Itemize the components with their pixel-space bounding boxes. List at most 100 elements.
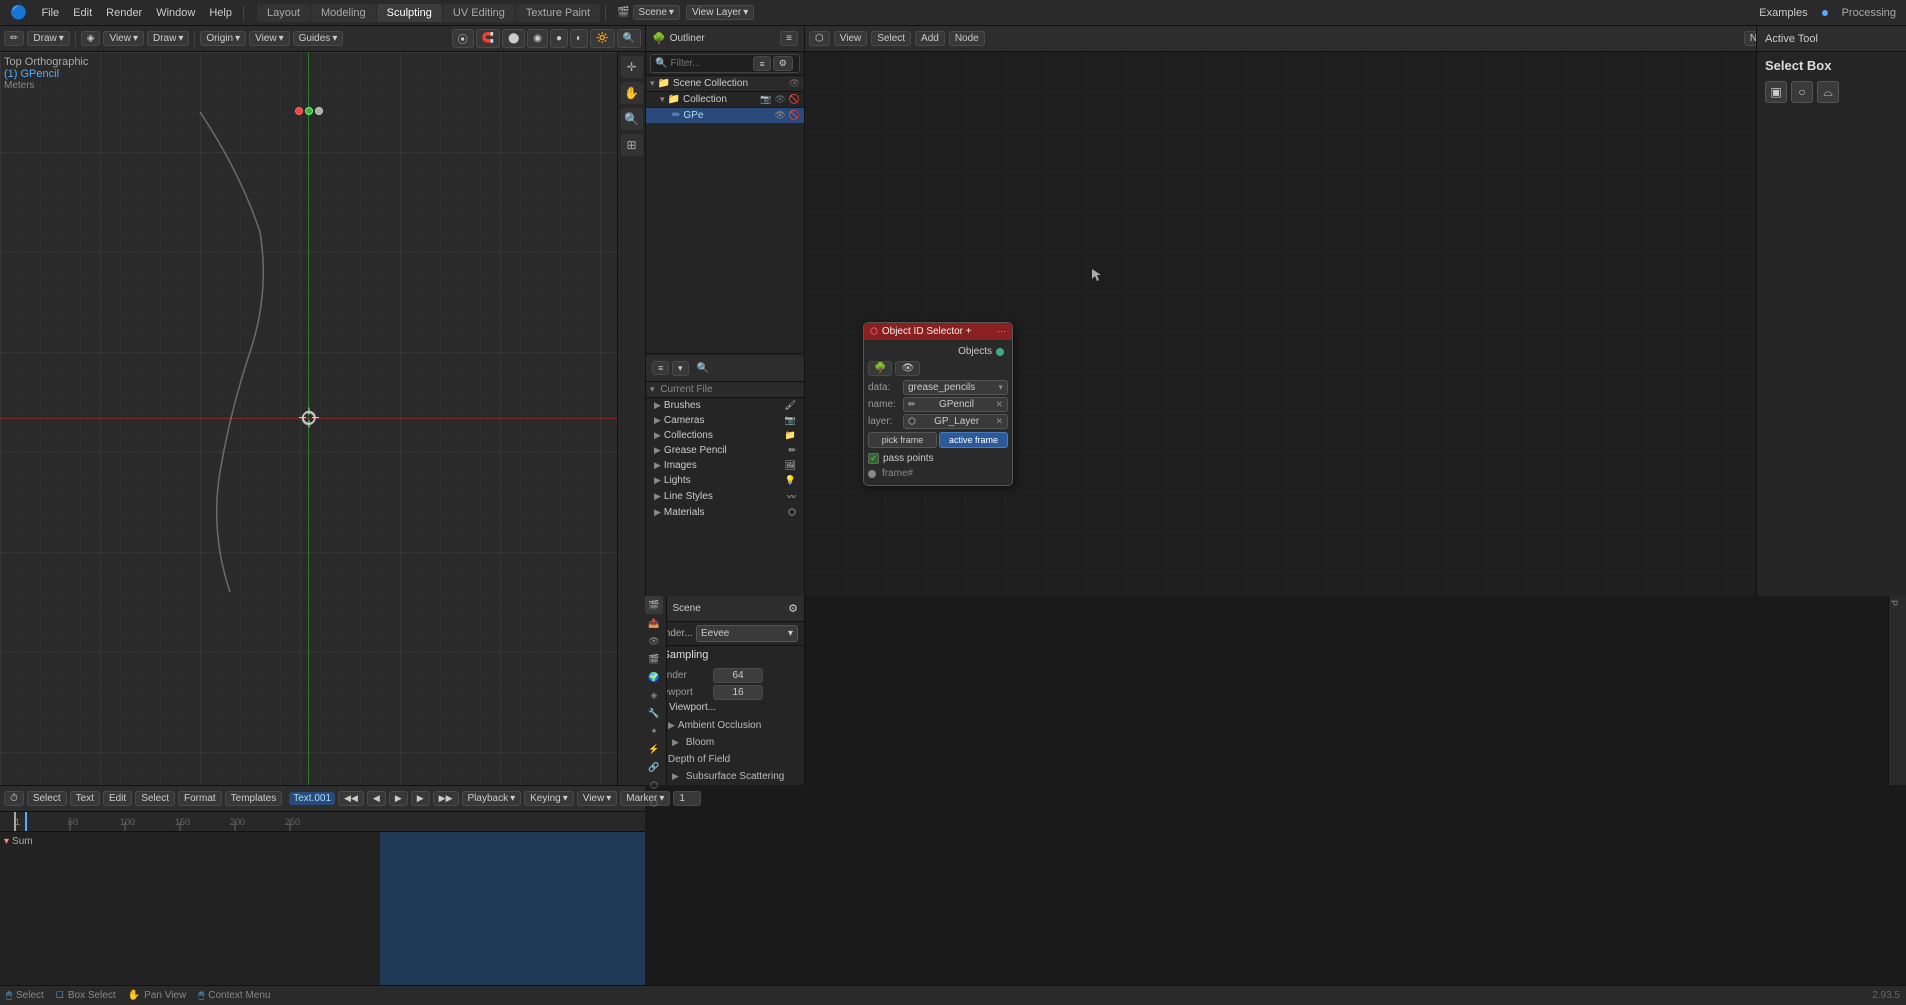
menu-examples[interactable]: Examples: [1753, 5, 1813, 21]
ne-select-btn[interactable]: Select: [871, 31, 911, 46]
overlay-btn[interactable]: ⬤: [502, 29, 525, 48]
bloom-header[interactable]: ▶ Bloom: [646, 734, 804, 751]
tl-view-btn[interactable]: View ▾: [577, 791, 618, 806]
frame-num-field[interactable]: 1: [673, 791, 701, 806]
search-btn[interactable]: 🔍: [617, 29, 641, 48]
data-field-dropdown[interactable]: ▾: [998, 382, 1003, 393]
fb-cameras[interactable]: ▶ Cameras 📷: [646, 413, 804, 428]
menu-processing[interactable]: Processing: [1836, 5, 1902, 21]
ne-view-btn[interactable]: View: [834, 31, 868, 46]
view-layer-selector[interactable]: View Layer ▾: [686, 5, 754, 20]
shading-material-btn[interactable]: ◐: [570, 29, 588, 48]
vp-tool-zoom[interactable]: 🔍: [621, 108, 643, 130]
snap-btn[interactable]: 🧲: [476, 29, 500, 48]
vp-tool-hand[interactable]: ✋: [621, 82, 643, 104]
viewport-samples-input[interactable]: 16: [713, 685, 763, 700]
fb-images[interactable]: ▶ Images 🖼: [646, 458, 804, 473]
scene-collection-header[interactable]: ▾ 📁 Scene Collection 👁: [646, 76, 804, 92]
tab-uv-editing[interactable]: UV Editing: [443, 4, 515, 22]
next-frame-btn[interactable]: ▶: [411, 791, 430, 806]
props-constraint-icon[interactable]: 🔗: [645, 758, 663, 776]
timeline-text-btn[interactable]: Text: [70, 791, 100, 806]
pick-frame-btn[interactable]: pick frame: [868, 432, 937, 448]
output-socket[interactable]: [996, 348, 1004, 356]
vp-draw-btn[interactable]: Draw ▾: [147, 31, 189, 46]
collection-hide-icon[interactable]: 🚫: [789, 94, 800, 105]
name-field-clear[interactable]: ✕: [995, 399, 1003, 410]
props-view-icon[interactable]: 👁: [645, 632, 663, 650]
scene-eye-icon[interactable]: 👁: [789, 78, 800, 89]
gpe-eye-icon[interactable]: 👁: [774, 110, 785, 121]
prev-frame-btn[interactable]: ◀: [367, 791, 386, 806]
blender-logo[interactable]: 🔵: [4, 2, 33, 23]
shading-render-btn[interactable]: 🔆: [590, 29, 614, 48]
viewport-canvas[interactable]: Top Orthographic (1) GPencil Meters: [0, 52, 617, 785]
widget-icon-btn1[interactable]: 🌳: [868, 361, 892, 376]
y-handle[interactable]: [305, 107, 313, 115]
gpe-item[interactable]: ✏ GPe 👁 🚫: [646, 108, 804, 123]
editor-type-btn[interactable]: ✏: [4, 31, 24, 46]
props-scene-icon[interactable]: 🎬: [645, 650, 663, 668]
layer-field-clear[interactable]: ✕: [995, 416, 1003, 427]
fb-brushes[interactable]: ▶ Brushes 🖌: [646, 398, 804, 413]
fb-view-btn[interactable]: ≡: [652, 361, 669, 375]
tab-modeling[interactable]: Modeling: [311, 4, 376, 22]
origin-btn[interactable]: Origin ▾: [200, 31, 246, 46]
outliner-settings[interactable]: ⚙: [773, 56, 793, 71]
name-field-value[interactable]: ✏ GPencil ✕: [903, 397, 1008, 412]
tab-texture-paint[interactable]: Texture Paint: [516, 4, 600, 22]
fb-lights[interactable]: ▶ Lights 💡: [646, 473, 804, 488]
keying-btn[interactable]: Keying ▾: [524, 791, 574, 806]
end-frame-btn[interactable]: ▶▶: [433, 791, 459, 806]
ne-type-icon[interactable]: ⬡: [809, 31, 830, 46]
scene-selector[interactable]: Scene ▾: [633, 5, 680, 20]
collection-eye-icon[interactable]: 👁: [774, 94, 785, 105]
vp-tool-grid[interactable]: ⊞: [621, 134, 643, 156]
widget-close-area[interactable]: ⋯: [997, 326, 1006, 337]
props-physics-icon[interactable]: ⚡: [645, 740, 663, 758]
menu-window[interactable]: Window: [150, 5, 201, 21]
timeline-format-btn[interactable]: Format: [178, 791, 222, 806]
tab-sculpting[interactable]: Sculpting: [377, 4, 442, 22]
xray-btn[interactable]: ◉: [527, 29, 548, 48]
timeline-type-icon[interactable]: ⏱: [4, 791, 24, 806]
start-frame-field[interactable]: ◀◀: [338, 791, 364, 806]
tab-layout[interactable]: Layout: [257, 4, 310, 22]
dof-header[interactable]: ▶ Depth of Field: [646, 751, 804, 768]
frame-input-socket[interactable]: [868, 470, 876, 478]
timeline-ruler[interactable]: 1 50 100 150 200 250: [0, 812, 645, 832]
data-field-value[interactable]: grease_pencils ▾: [903, 380, 1008, 395]
gpe-hide-icon[interactable]: 🚫: [789, 110, 800, 121]
render-samples-input[interactable]: 64: [713, 668, 763, 683]
render-engine-selector[interactable]: Eevee ▾: [696, 625, 798, 642]
menu-help[interactable]: Help: [203, 5, 238, 21]
fb-grease-pencil[interactable]: ▶ Grease Pencil ✏: [646, 443, 804, 458]
timeline-select-btn[interactable]: Select: [27, 791, 67, 806]
props-output-icon[interactable]: 📤: [645, 614, 663, 632]
outliner-search-input[interactable]: [670, 58, 750, 69]
sampling-header[interactable]: ▾ Sampling: [646, 646, 804, 664]
timeline-templates-btn[interactable]: Templates: [225, 791, 283, 806]
timeline-tracks[interactable]: ▾ Sum: [0, 832, 645, 985]
fb-collections[interactable]: ▶ Collections 📁: [646, 428, 804, 443]
sss-header[interactable]: ▶ Subsurface Scattering: [646, 768, 804, 785]
shading-solid-btn[interactable]: ●: [550, 29, 568, 48]
playback-btn[interactable]: Playback ▾: [462, 791, 522, 806]
widget-icon-btn2[interactable]: 👁: [895, 361, 920, 376]
props-object-icon[interactable]: ◈: [645, 686, 663, 704]
props-material-icon[interactable]: ⬡: [645, 794, 663, 812]
z-handle[interactable]: [315, 107, 323, 115]
transform-handles[interactable]: [295, 107, 323, 115]
menu-edit[interactable]: Edit: [67, 5, 98, 21]
layer-field-value[interactable]: ⬡ GP_Layer ✕: [903, 414, 1008, 429]
menu-render[interactable]: Render: [100, 5, 148, 21]
collection-item[interactable]: ▾ 📁 Collection 📷 👁 🚫: [646, 92, 804, 108]
ao-header[interactable]: ▶ Ambient Occlusion: [646, 717, 804, 734]
vtab-properties[interactable]: P: [1889, 596, 1899, 610]
play-btn[interactable]: ▶: [389, 791, 408, 806]
fb-materials[interactable]: ▶ Materials ⬡: [646, 505, 804, 520]
ne-node-btn[interactable]: Node: [949, 31, 985, 46]
proportional-btn[interactable]: ⦿: [452, 29, 474, 48]
props-settings-icon[interactable]: ⚙: [788, 602, 798, 615]
props-modifier-icon[interactable]: 🔧: [645, 704, 663, 722]
